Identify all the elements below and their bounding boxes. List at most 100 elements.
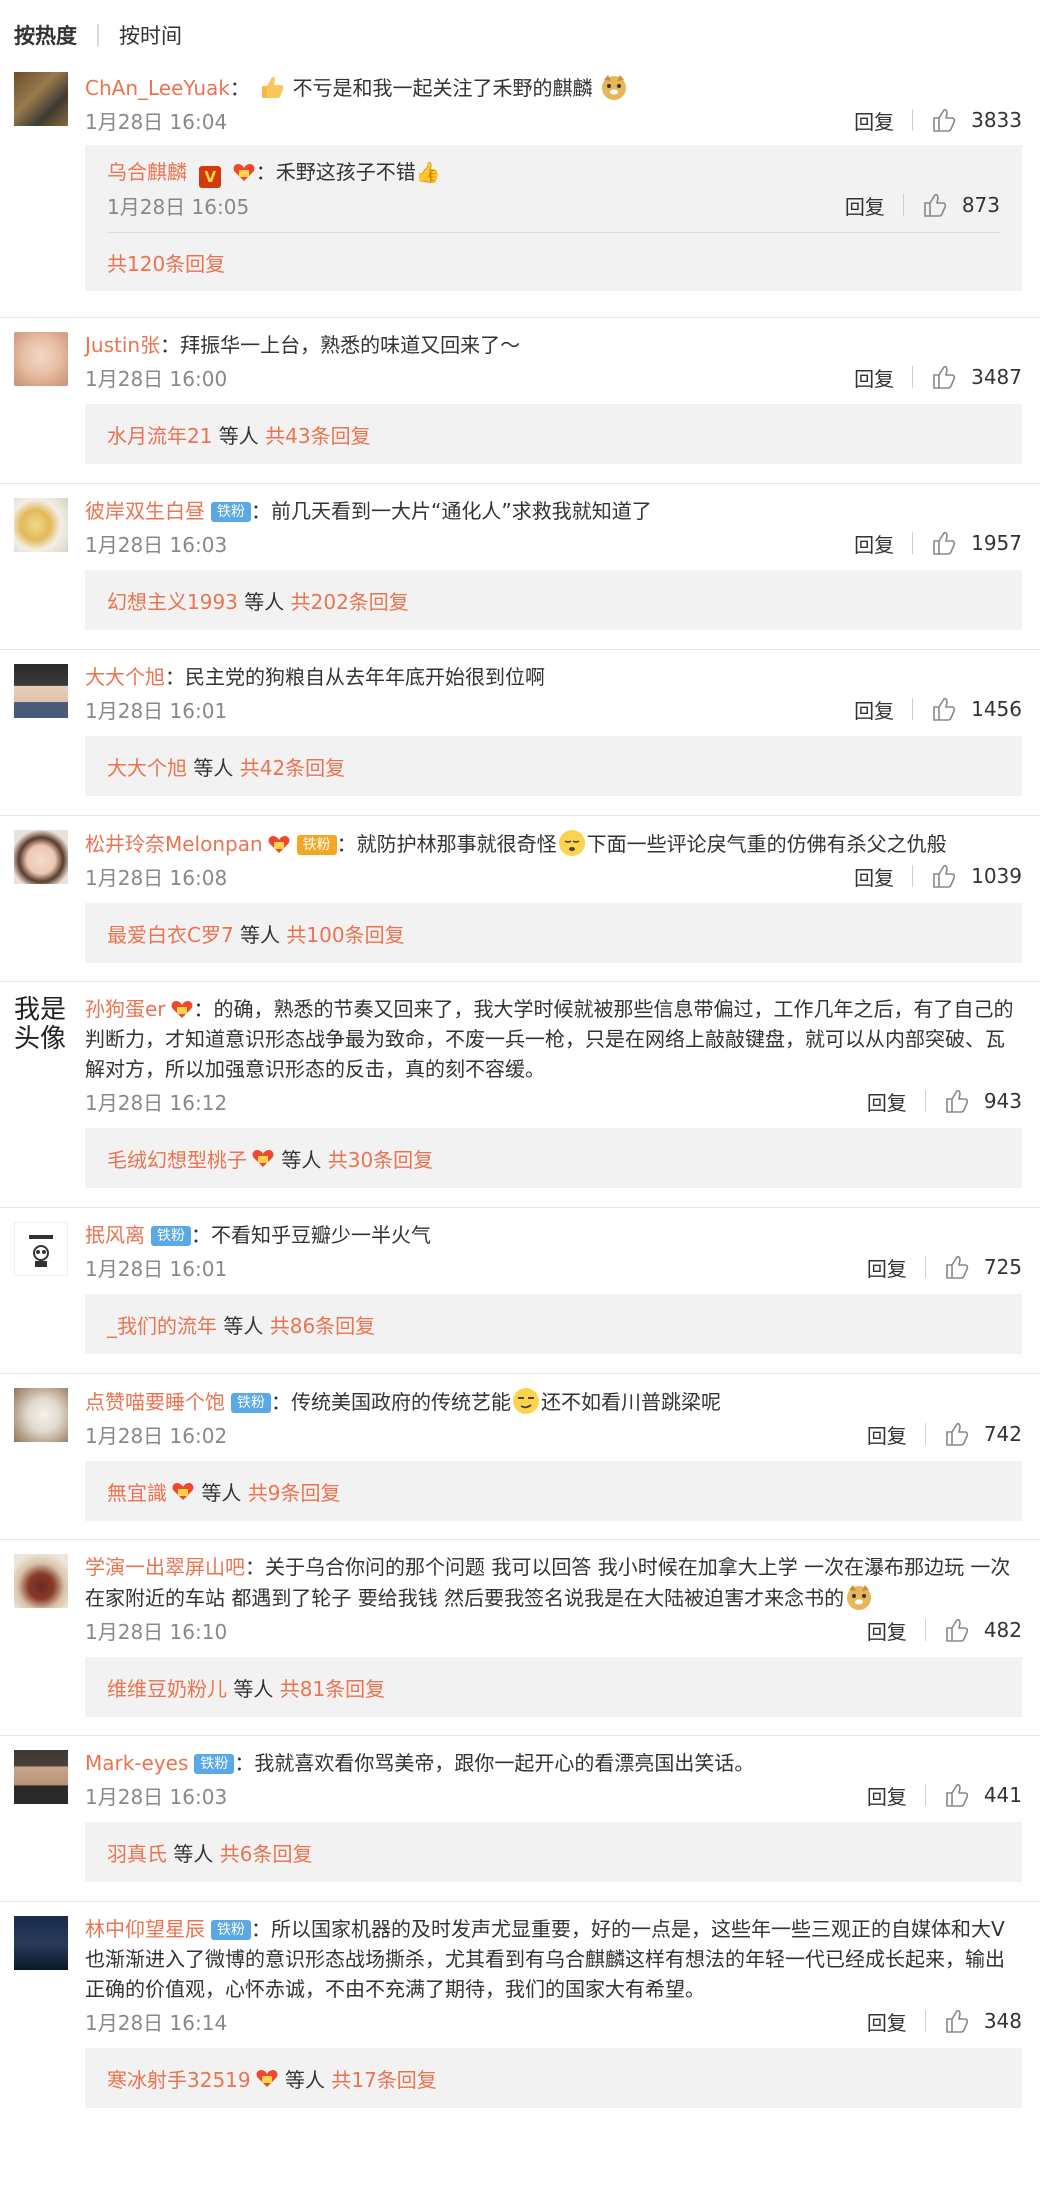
reply-button[interactable]: 回复 [845, 191, 885, 220]
reply-count-link[interactable]: 共43条回复 [265, 420, 370, 449]
replies-summary[interactable]: 维维豆奶粉儿 等人 共81条回复 [85, 1657, 1022, 1717]
reply-button[interactable]: 回复 [867, 1420, 907, 1449]
replies-summary[interactable]: _我们的流年 等人 共86条回复 [85, 1294, 1022, 1354]
reply-count-link[interactable]: 共30条回复 [328, 1144, 433, 1173]
comment-username[interactable]: 彼岸双生白昼 [85, 499, 205, 523]
like-icon[interactable] [944, 1617, 970, 1643]
comment-text: 的确，熟悉的节奏又回来了，我大学时候就被那些信息带偏过，工作几年之后，有了自己的… [85, 997, 1014, 1081]
reply-button[interactable]: 回复 [867, 1087, 907, 1116]
comment-item: 大大个旭：民主党的狗粮自从去年年底开始很到位啊 1月28日 16:01 回复 145… [0, 650, 1040, 816]
like-count: 725 [983, 1255, 1022, 1279]
reply-count-link[interactable]: 共6条回复 [220, 1838, 313, 1867]
avatar[interactable] [14, 1554, 68, 1608]
avatar[interactable] [14, 830, 68, 884]
like-count: 742 [983, 1422, 1022, 1446]
avatar[interactable] [14, 1916, 68, 1970]
avatar[interactable] [14, 72, 68, 126]
comment-username[interactable]: 松井玲奈Melonpan [85, 832, 263, 856]
reply-user[interactable]: 水月流年21 [107, 420, 212, 449]
like-count: 1039 [971, 864, 1022, 888]
reply-user[interactable]: 寒冰射手32519 [107, 2064, 251, 2093]
reply-user[interactable]: 维维豆奶粉儿 [107, 1673, 227, 1702]
view-all-replies-link[interactable]: 共120条回复 [107, 233, 1000, 291]
reply-user[interactable]: 羽真氏 [107, 1838, 167, 1867]
reply-count-link[interactable]: 共100条回复 [286, 919, 404, 948]
reply-count-link[interactable]: 共17条回复 [331, 2064, 436, 2093]
avatar[interactable] [14, 498, 68, 552]
reply-user[interactable]: 幻想主义1993 [107, 586, 238, 615]
reply-user[interactable]: 最爱白衣C罗7 [107, 919, 234, 948]
reply-count-link[interactable]: 共81条回复 [280, 1673, 385, 1702]
replies-summary[interactable]: 幻想主义1993 等人 共202条回复 [85, 570, 1022, 630]
divider [924, 1619, 926, 1641]
comment-username[interactable]: 大大个旭 [85, 665, 165, 689]
reply-count-link[interactable]: 共9条回复 [248, 1477, 341, 1506]
avatar[interactable] [14, 1388, 68, 1442]
like-icon[interactable] [944, 1421, 970, 1447]
replies-summary[interactable]: 羽真氏 等人 共6条回复 [85, 1822, 1022, 1882]
reply-button[interactable]: 回复 [867, 1253, 907, 1282]
reply-button[interactable]: 回复 [854, 106, 894, 135]
reply-button[interactable]: 回复 [867, 2007, 907, 2036]
reply-button[interactable]: 回复 [854, 529, 894, 558]
comment-username[interactable]: 孙狗蛋er [85, 997, 166, 1021]
reply-count-link[interactable]: 共86条回复 [270, 1310, 375, 1339]
reply-user[interactable]: 無宜識 [107, 1477, 167, 1506]
fan-badge: 铁粉 [151, 1226, 191, 1246]
comment-text: 我就喜欢看你骂美帝，跟你一起开心的看漂亮国出笑话。 [254, 1751, 755, 1775]
like-count: 348 [983, 2009, 1022, 2033]
divider [912, 865, 914, 887]
reply-count-link[interactable]: 共202条回复 [291, 586, 409, 615]
avatar[interactable] [14, 1750, 68, 1804]
tab-by-time[interactable]: 按时间 [119, 20, 182, 50]
fan-heart-badge-icon [268, 836, 290, 853]
like-count: 1957 [971, 531, 1022, 555]
replies-summary[interactable]: 寒冰射手32519 等人 共17条回复 [85, 2048, 1022, 2108]
like-icon[interactable] [944, 1254, 970, 1280]
comment-username[interactable]: 抿风离 [85, 1223, 145, 1247]
comment-username[interactable]: Mark-eyes [85, 1751, 188, 1775]
comment-username[interactable]: 学演一出翠屏山吧 [85, 1555, 245, 1579]
replies-summary[interactable]: 無宜識 等人 共9条回复 [85, 1461, 1022, 1521]
reply-button[interactable]: 回复 [854, 363, 894, 392]
reply-button[interactable]: 回复 [867, 1781, 907, 1810]
reply-user[interactable]: 大大个旭 [107, 752, 187, 781]
like-icon[interactable] [922, 192, 948, 218]
reply-button[interactable]: 回复 [854, 695, 894, 724]
like-count: 943 [983, 1089, 1022, 1113]
reply-user[interactable]: _我们的流年 [107, 1310, 217, 1339]
like-icon[interactable] [944, 1782, 970, 1808]
reply-mid-text: 等人 [278, 2067, 332, 2092]
comment-text: 不亏是和我一起关注了禾野的麒麟 [292, 76, 593, 100]
avatar[interactable]: 我是头像 [14, 996, 74, 1060]
tab-by-hot[interactable]: 按热度 [14, 20, 77, 50]
avatar[interactable] [14, 332, 68, 386]
sub-comment-username[interactable]: 乌合麒麟 [107, 160, 187, 184]
like-icon[interactable] [931, 530, 957, 556]
divider [924, 1090, 926, 1112]
replies-summary[interactable]: 最爱白衣C罗7 等人 共100条回复 [85, 903, 1022, 963]
comment-item: 松井玲奈Melonpan 铁粉 ：就防护林那事就很奇怪 下面一些评论戾气重的仿佛有杀父… [0, 816, 1040, 982]
comment-username[interactable]: ChAn_LeeYuak [85, 76, 230, 100]
avatar[interactable] [14, 664, 68, 718]
like-icon[interactable] [944, 1088, 970, 1114]
avatar[interactable] [14, 1222, 68, 1276]
like-icon[interactable] [931, 364, 957, 390]
like-icon[interactable] [944, 2008, 970, 2034]
like-icon[interactable] [931, 696, 957, 722]
replies-summary[interactable]: 大大个旭 等人 共42条回复 [85, 736, 1022, 796]
reply-button[interactable]: 回复 [854, 862, 894, 891]
comment-username[interactable]: Justin张 [85, 333, 160, 357]
like-icon[interactable] [931, 107, 957, 133]
comment-username[interactable]: 点赞喵要睡个饱 [85, 1390, 225, 1414]
reply-user[interactable]: 毛绒幻想型桃子 [107, 1144, 247, 1173]
replies-summary[interactable]: 毛绒幻想型桃子 等人 共30条回复 [85, 1128, 1022, 1188]
name-separator: ： [251, 1917, 271, 1941]
like-icon[interactable] [931, 863, 957, 889]
name-separator: ： [251, 499, 271, 523]
replies-summary[interactable]: 水月流年21 等人 共43条回复 [85, 404, 1022, 464]
reply-button[interactable]: 回复 [867, 1616, 907, 1645]
fan-badge: 铁粉 [231, 1393, 271, 1413]
comment-username[interactable]: 林中仰望星辰 [85, 1917, 205, 1941]
reply-count-link[interactable]: 共42条回复 [240, 752, 345, 781]
